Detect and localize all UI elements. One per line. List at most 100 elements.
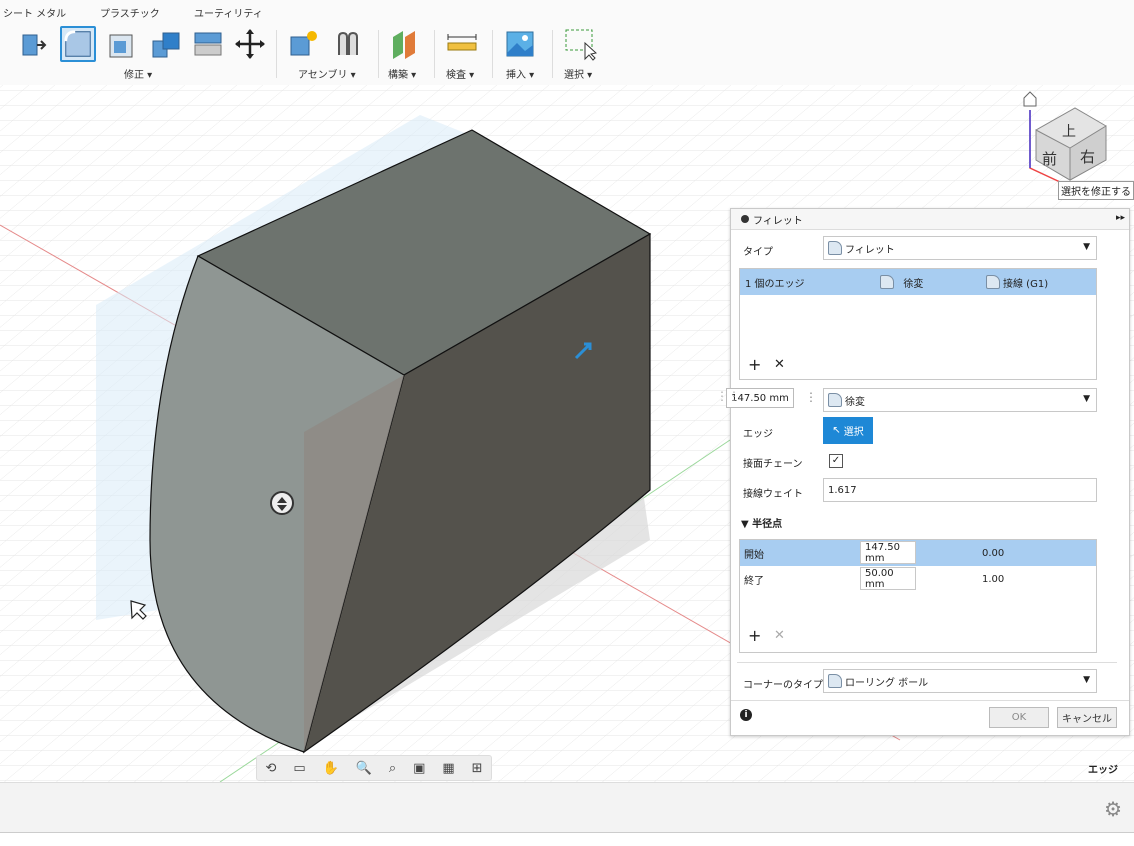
radius-points-list: 開始 147.50 mm 0.00 終了 50.00 mm 1.00 + ✕ xyxy=(739,539,1097,653)
zoom-window-icon[interactable]: ⌕ xyxy=(389,761,396,776)
navigation-bar: ⟲ ▭ ✋ 🔍 ⌕ ▣ ▦ ⊞ xyxy=(256,755,492,781)
expand-icon[interactable]: ▸▸ xyxy=(1116,213,1125,223)
shell-icon[interactable] xyxy=(104,26,140,62)
insert-menu[interactable]: 挿入 ▾ xyxy=(506,66,534,81)
radius-type-select[interactable]: 徐変 ▼ xyxy=(823,388,1097,412)
timeline-bar: ⚙ xyxy=(0,782,1134,833)
edge-list: 1 個のエッジ 徐変 接線 (G1) + ✕ xyxy=(739,268,1097,380)
dialog-title: フィレット xyxy=(753,215,803,227)
variable-radius-icon xyxy=(828,393,842,407)
continuity-cell: 接線 (G1) xyxy=(986,275,1048,290)
point-name: 終了 xyxy=(744,575,764,587)
tab-sheet-metal[interactable]: シート メタル xyxy=(3,5,66,20)
ok-button[interactable]: OK xyxy=(989,707,1049,728)
radius-type-value: 徐変 xyxy=(845,396,865,408)
edge-count: 1 個のエッジ xyxy=(745,278,805,290)
look-at-icon[interactable]: ▭ xyxy=(293,761,305,776)
corner-type-value: ローリング ボール xyxy=(845,677,929,689)
pan-icon[interactable]: ✋ xyxy=(323,761,339,776)
chevron-down-icon: ▼ xyxy=(1083,675,1090,685)
chevron-down-icon: ▼ xyxy=(1083,242,1090,252)
split-body-icon[interactable] xyxy=(190,26,226,62)
point-radius-input[interactable]: 147.50 mm xyxy=(860,541,916,564)
divider xyxy=(731,700,1129,701)
press-pull-icon[interactable] xyxy=(16,26,52,62)
tangent-weight-input[interactable]: 1.617 xyxy=(823,478,1097,502)
new-component-icon[interactable] xyxy=(286,26,322,62)
gear-icon[interactable]: ⚙ xyxy=(1104,797,1122,821)
status-bar xyxy=(0,832,1134,846)
cancel-button[interactable]: キャンセル xyxy=(1057,707,1117,728)
info-icon[interactable]: i xyxy=(740,709,752,721)
remove-icon[interactable]: ✕ xyxy=(774,357,785,372)
drag-handle-icon[interactable]: ⋮⋮ xyxy=(716,389,740,403)
select-menu[interactable]: 選択 ▾ xyxy=(564,66,592,81)
joint-icon[interactable] xyxy=(330,26,366,62)
inspect-menu[interactable]: 検査 ▾ xyxy=(446,66,474,81)
radius-points-section[interactable]: ▼ 半径点 xyxy=(741,515,782,530)
toolbar-divider xyxy=(492,30,493,78)
tangent-weight-label: 接線ウェイト xyxy=(743,489,803,500)
display-settings-icon[interactable]: ▣ xyxy=(413,761,425,776)
insert-image-icon[interactable] xyxy=(502,26,538,62)
tab-plastic[interactable]: プラスチック xyxy=(100,5,160,20)
viewcube-tooltip: 選択を修正する xyxy=(1058,181,1134,200)
corner-type-select[interactable]: ローリング ボール ▼ xyxy=(823,669,1097,693)
measure-icon[interactable] xyxy=(444,26,480,62)
continuity-text: 接線 (G1) xyxy=(1003,278,1049,290)
dialog-header[interactable]: フィレット ▸▸ xyxy=(731,209,1129,230)
zoom-icon[interactable]: 🔍 xyxy=(356,761,372,776)
tab-utility[interactable]: ユーティリティ xyxy=(194,5,263,20)
rolling-ball-icon xyxy=(828,674,842,688)
assembly-menu[interactable]: アセンブリ ▾ xyxy=(298,66,356,81)
point-name: 開始 xyxy=(744,549,764,561)
toolbar-divider xyxy=(276,30,277,78)
add-icon[interactable]: + xyxy=(748,355,761,374)
toolbar: シート メタル プラスチック ユーティリティ 修正 ▾ アセンブリ ▾ 構築 ▾… xyxy=(0,0,1134,86)
add-icon[interactable]: + xyxy=(748,626,761,645)
remove-icon[interactable]: ✕ xyxy=(774,628,785,643)
type-select[interactable]: フィレット ▼ xyxy=(823,236,1097,260)
construct-menu[interactable]: 構築 ▾ xyxy=(388,66,416,81)
grid-icon[interactable]: ▦ xyxy=(442,761,454,776)
combine-icon[interactable] xyxy=(148,26,184,62)
list-item[interactable]: 1 個のエッジ 徐変 接線 (G1) xyxy=(740,269,1096,295)
tangent-chain-label: 接面チェーン xyxy=(743,459,803,470)
radius-type-text: 徐変 xyxy=(903,278,924,290)
move-icon[interactable] xyxy=(232,26,268,62)
toolbar-divider xyxy=(378,30,379,78)
orbit-icon[interactable]: ⟲ xyxy=(265,761,276,776)
point-radius-input[interactable]: 50.00 mm xyxy=(860,567,916,590)
radius-type-cell: 徐変 xyxy=(880,275,923,290)
selection-filter-status: エッジ xyxy=(1088,765,1118,776)
offset-plane-icon[interactable] xyxy=(386,26,422,62)
fillet-dialog: フィレット ▸▸ タイプ フィレット ▼ 1 個のエッジ 徐変 接線 (G1) … xyxy=(730,208,1130,736)
type-value: フィレット xyxy=(845,244,895,256)
select-edge-button[interactable]: ↖ 選択 xyxy=(823,417,873,444)
viewcube-top: 上 xyxy=(1062,124,1076,140)
variable-radius-icon xyxy=(880,275,894,289)
tangent-chain-checkbox[interactable]: ✓ xyxy=(829,454,843,468)
toolbar-divider xyxy=(434,30,435,78)
viewcube-front: 前 xyxy=(1042,150,1057,168)
divider xyxy=(737,662,1117,663)
tangent-icon xyxy=(986,275,1000,289)
toolbar-divider xyxy=(552,30,553,78)
window-select-icon[interactable] xyxy=(562,26,598,62)
chevron-down-icon: ▼ xyxy=(1083,394,1090,404)
table-row[interactable]: 終了 50.00 mm 1.00 xyxy=(740,566,1096,592)
viewports-icon[interactable]: ⊞ xyxy=(472,761,483,776)
point-position: 1.00 xyxy=(982,573,1005,585)
fillet-type-icon xyxy=(828,241,842,255)
fillet-icon[interactable] xyxy=(60,26,96,62)
collapse-icon[interactable] xyxy=(741,215,749,223)
modify-menu[interactable]: 修正 ▾ xyxy=(124,66,152,81)
viewcube-right: 右 xyxy=(1080,148,1095,166)
corner-type-label: コーナーのタイプ xyxy=(743,680,823,691)
table-row[interactable]: 開始 147.50 mm 0.00 xyxy=(740,540,1096,566)
point-position: 0.00 xyxy=(982,547,1005,559)
cursor-icon: ↖ xyxy=(832,425,844,436)
type-label: タイプ xyxy=(743,247,773,258)
select-button-label: 選択 xyxy=(843,427,864,438)
kebab-icon[interactable]: ⋮ xyxy=(805,390,817,404)
